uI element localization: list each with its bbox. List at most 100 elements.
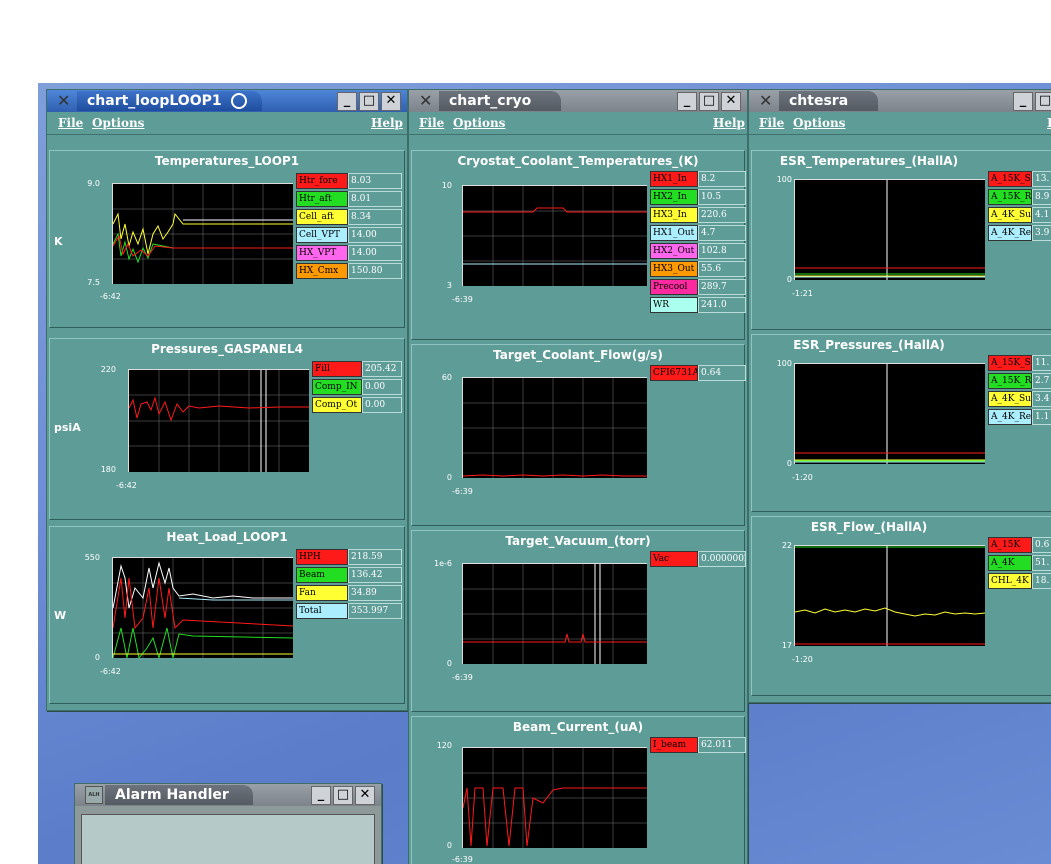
plot-svg — [795, 546, 985, 646]
menu-file[interactable]: File — [419, 116, 444, 130]
chart-title: Temperatures_LOOP1 — [154, 154, 300, 168]
legend-item[interactable]: Beam — [296, 567, 348, 583]
legend-item[interactable]: Htr_aft — [296, 191, 348, 207]
chart-panel-esr-pressures: ESR_Pressures_(HallA) 100 0 -1:20 A_15K_… — [751, 334, 1051, 512]
legend-item[interactable]: A_4K_Su — [988, 391, 1032, 407]
x-time-label: -1:20 — [792, 655, 813, 664]
minimize-button[interactable]: _ — [1013, 92, 1033, 111]
plot-svg — [795, 180, 985, 280]
x-time-label: -6:42 — [116, 481, 137, 490]
desktop: ✕ chart_loopLOOP1 _ □ ✕ File Options Hel… — [38, 83, 1051, 864]
plot-svg — [463, 378, 647, 478]
legend-item[interactable]: WR — [650, 297, 698, 313]
y-max-label: 1e-6 — [434, 559, 452, 568]
y-min-label: 0 — [94, 653, 100, 662]
chart-panel-pressures-gaspanel4: Pressures_GASPANEL4 psiA 220 180 -6:42 F… — [49, 338, 405, 520]
legend-item[interactable]: Vac — [650, 551, 698, 567]
maximize-button[interactable]: □ — [699, 92, 719, 111]
minimize-button[interactable]: _ — [677, 92, 697, 111]
plot-area — [462, 377, 647, 478]
chtesra-window: ✕ chtesra _ □ File Options H ESR_Tempera… — [748, 89, 1051, 703]
menu-file[interactable]: File — [58, 116, 83, 130]
window-title: chtesra — [779, 91, 879, 111]
legend-item[interactable]: A_4K — [988, 555, 1032, 571]
x-time-label: -1:21 — [792, 289, 813, 298]
legend-item[interactable]: Total — [296, 603, 348, 619]
legend-value: 0.6 — [1032, 537, 1051, 553]
legend-value: 8.01 — [348, 191, 402, 207]
x-app-icon: ✕ — [419, 91, 433, 110]
legend-item[interactable]: HX1_In — [650, 171, 698, 187]
menu-options[interactable]: Options — [793, 116, 845, 130]
maximize-button[interactable]: □ — [359, 92, 379, 111]
legend-item[interactable]: A_15K — [988, 537, 1032, 553]
y-min-label: 0 — [786, 275, 792, 284]
legend-item[interactable]: CHL_4K — [988, 573, 1032, 589]
legend-item[interactable]: A_15K_S — [988, 355, 1032, 371]
legend-item[interactable]: Cell_VPT — [296, 227, 348, 243]
y-max-label: 100 — [776, 359, 792, 368]
chart-title: ESR_Temperatures_(HallA) — [779, 154, 959, 168]
chart-panel-esr-flow: ESR_Flow_(HallA) 22 17 -1:20 A_15K 0.6 A… — [751, 516, 1051, 696]
legend-value: 11. — [1032, 355, 1051, 371]
legend-value: 0.00 — [362, 397, 402, 413]
plot-area — [112, 183, 293, 284]
legend-item[interactable]: A_4K_Su — [988, 207, 1032, 223]
y-min-label: 7.5 — [87, 278, 100, 287]
y-max-label: 60 — [441, 373, 452, 382]
legend-item[interactable]: Comp_Ot — [312, 397, 362, 413]
legend-item[interactable]: Comp_IN — [312, 379, 362, 395]
close-button[interactable]: ✕ — [721, 92, 741, 111]
legend-item[interactable]: HX2_Out — [650, 243, 698, 259]
legend-value: 4.7 — [698, 225, 746, 241]
legend-item[interactable]: Fan — [296, 585, 348, 601]
menu-help[interactable]: H — [1047, 116, 1051, 130]
legend-item[interactable]: A_4K_Re — [988, 409, 1032, 425]
legend-item[interactable]: HX_Cmx — [296, 263, 348, 279]
y-unit-label: W — [54, 609, 67, 622]
close-button[interactable]: ✕ — [381, 92, 401, 111]
menu-options[interactable]: Options — [92, 116, 144, 130]
minimize-button[interactable]: _ — [311, 786, 331, 805]
legend-item[interactable]: A_4K_Re — [988, 225, 1032, 241]
window-titlebar[interactable]: ALH Alarm Handler _ □ ✕ — [75, 784, 381, 806]
legend-value: 14.00 — [348, 245, 402, 261]
plot-area — [794, 363, 985, 464]
legend-item[interactable]: A_15K_R — [988, 373, 1032, 389]
legend-value: 2.7 — [1032, 373, 1051, 389]
y-min-label: 3 — [446, 281, 452, 290]
maximize-button[interactable]: □ — [1035, 92, 1051, 111]
legend-value: 8.9 — [1032, 189, 1051, 205]
window-titlebar[interactable]: ✕ chtesra _ □ — [749, 90, 1051, 112]
legend-item[interactable]: Cell_aft — [296, 209, 348, 225]
menu-help[interactable]: Help — [371, 116, 403, 130]
legend-value: 3.9 — [1032, 225, 1051, 241]
minimize-button[interactable]: _ — [337, 92, 357, 111]
legend-item[interactable]: CFI6731A — [650, 365, 698, 381]
window-titlebar[interactable]: ✕ chart_cryo _ □ ✕ — [409, 90, 747, 112]
menu-file[interactable]: File — [759, 116, 784, 130]
legend-value: 0.64 — [698, 365, 746, 381]
legend-item[interactable]: Htr_fore — [296, 173, 348, 189]
x-app-icon: ✕ — [759, 91, 773, 110]
legend-value: 18. — [1032, 573, 1051, 589]
close-button[interactable]: ✕ — [355, 786, 375, 805]
legend-item[interactable]: A_15K_S — [988, 171, 1032, 187]
legend-item[interactable]: HX1_Out — [650, 225, 698, 241]
legend-item[interactable]: HX3_In — [650, 207, 698, 223]
legend-item[interactable]: Fill — [312, 361, 362, 377]
window-titlebar[interactable]: ✕ chart_loopLOOP1 _ □ ✕ — [47, 90, 407, 112]
legend-item[interactable]: HX2_In — [650, 189, 698, 205]
chart-title: Pressures_GASPANEL4 — [151, 342, 303, 356]
menu-help[interactable]: Help — [713, 116, 745, 130]
legend-item[interactable]: HX3_Out — [650, 261, 698, 277]
y-min-label: 0 — [446, 841, 452, 850]
legend-item[interactable]: HPH — [296, 549, 348, 565]
menu-options[interactable]: Options — [453, 116, 505, 130]
legend-item[interactable]: A_15K_R — [988, 189, 1032, 205]
maximize-button[interactable]: □ — [333, 786, 353, 805]
legend-value: 55.6 — [698, 261, 746, 277]
legend-item[interactable]: Precool — [650, 279, 698, 295]
legend-item[interactable]: HX_VPT — [296, 245, 348, 261]
legend-item[interactable]: I_beam — [650, 737, 698, 753]
